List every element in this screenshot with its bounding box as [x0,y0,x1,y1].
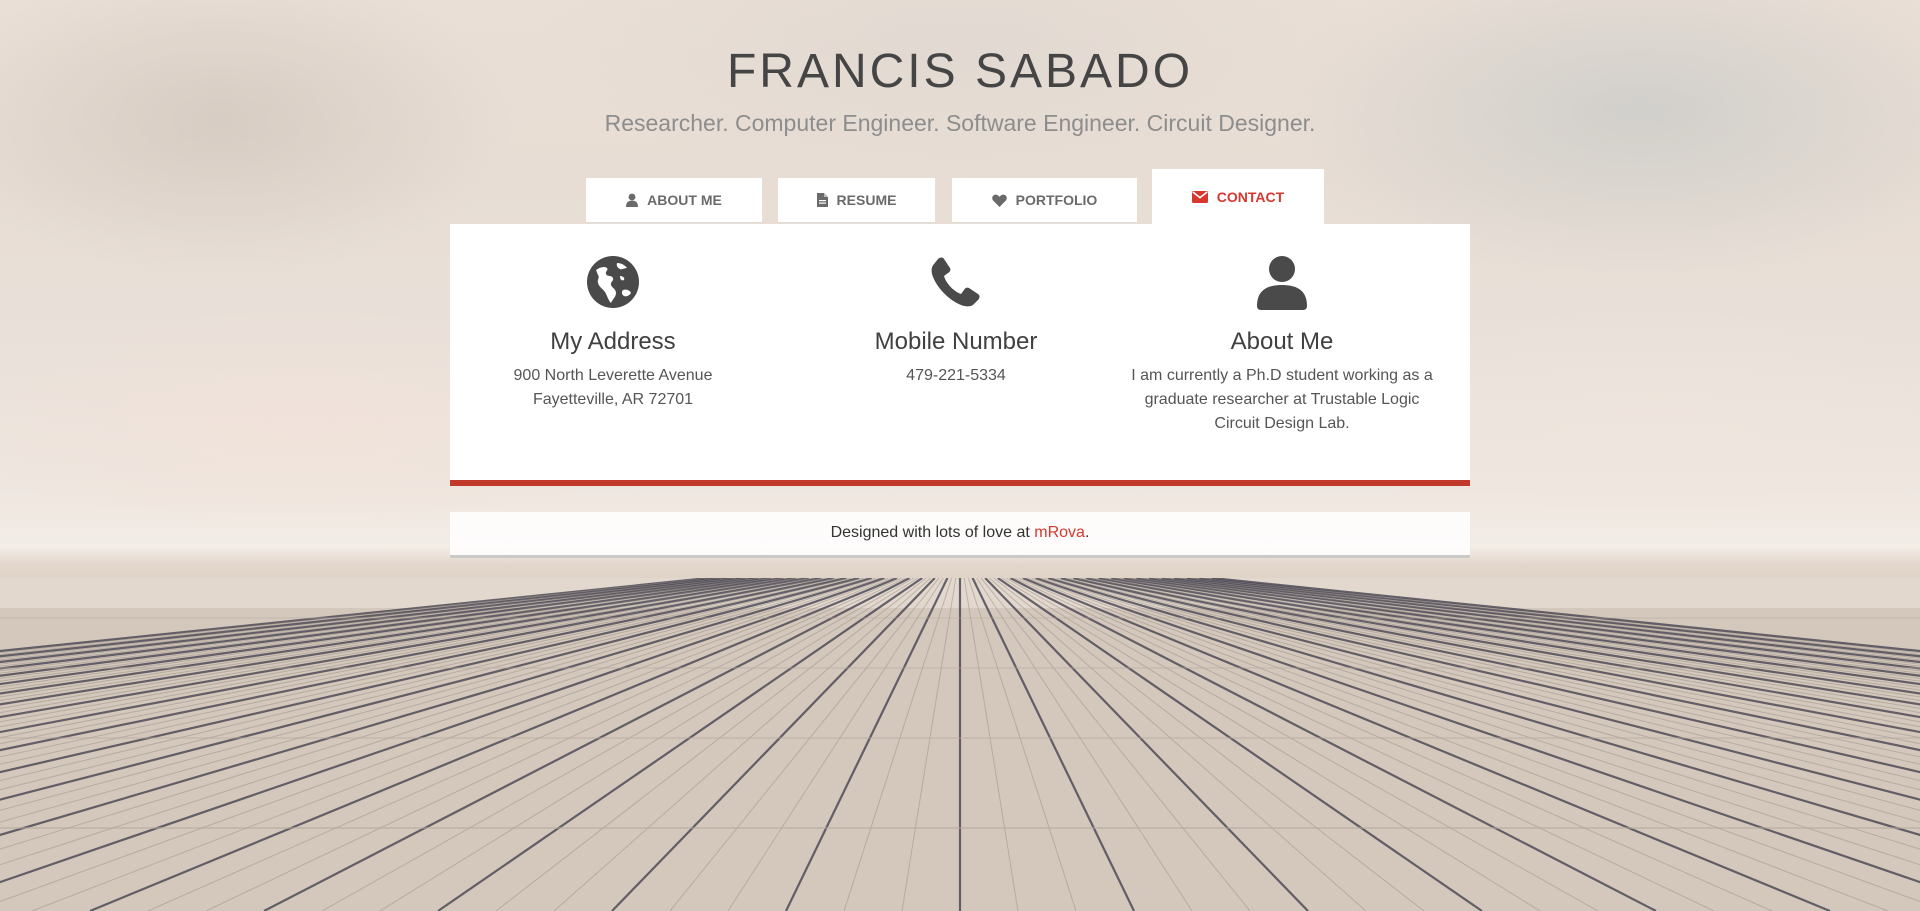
tab-about-me[interactable]: ABOUT ME [586,178,762,223]
about-line-1: I am currently a Ph.D student working as… [1131,367,1433,384]
tab-label: PORTFOLIO [1015,192,1098,208]
page-subtitle: Researcher. Computer Engineer. Software … [604,110,1316,136]
tab-label: CONTACT [1216,188,1285,205]
tab-label: RESUME [836,192,897,208]
tab-portfolio[interactable]: PORTFOLIO [952,178,1137,223]
footer-period: . [1084,524,1090,541]
about-text: I am currently a Ph.D student working as… [1122,364,1442,436]
background-deck [0,578,1920,911]
user-icon [1122,256,1442,310]
footer-link[interactable]: mRova [1034,524,1085,541]
address-heading: My Address [550,328,676,355]
mobile-number[interactable]: 479-221-5334 [796,364,1116,388]
contact-card: My Address 900 North Leverette Avenue Fa… [450,224,1470,486]
tab-resume[interactable]: RESUME [778,178,935,223]
envelope-icon [1191,190,1208,203]
user-icon [626,193,639,207]
address-line-2: Fayetteville, AR 72701 [532,391,694,408]
file-icon [816,193,828,207]
about-line-2: graduate researcher at Trustable Logic [1144,391,1420,408]
address-line-1: 900 North Leverette Avenue [513,367,713,384]
tab-contact[interactable]: CONTACT [1152,169,1324,224]
mobile-text: 479-221-5334 [796,364,1116,388]
tab-bar: ABOUT ME RESUME PORTFOLIO CONTACT [0,168,1920,224]
heart-icon [991,194,1007,207]
address-text: 900 North Leverette Avenue Fayetteville,… [453,364,773,412]
about-line-3: Circuit Design Lab. [1214,415,1350,432]
phone-icon [796,256,1116,308]
about-heading: About Me [1230,328,1334,355]
globe-icon [453,256,773,308]
mobile-heading: Mobile Number [874,328,1038,355]
page-title: FRANCIS SABADO [726,45,1194,98]
tab-label: ABOUT ME [647,192,722,208]
footer: Designed with lots of love at mRova. [450,512,1470,558]
footer-text: Designed with lots of love at [830,524,1030,541]
